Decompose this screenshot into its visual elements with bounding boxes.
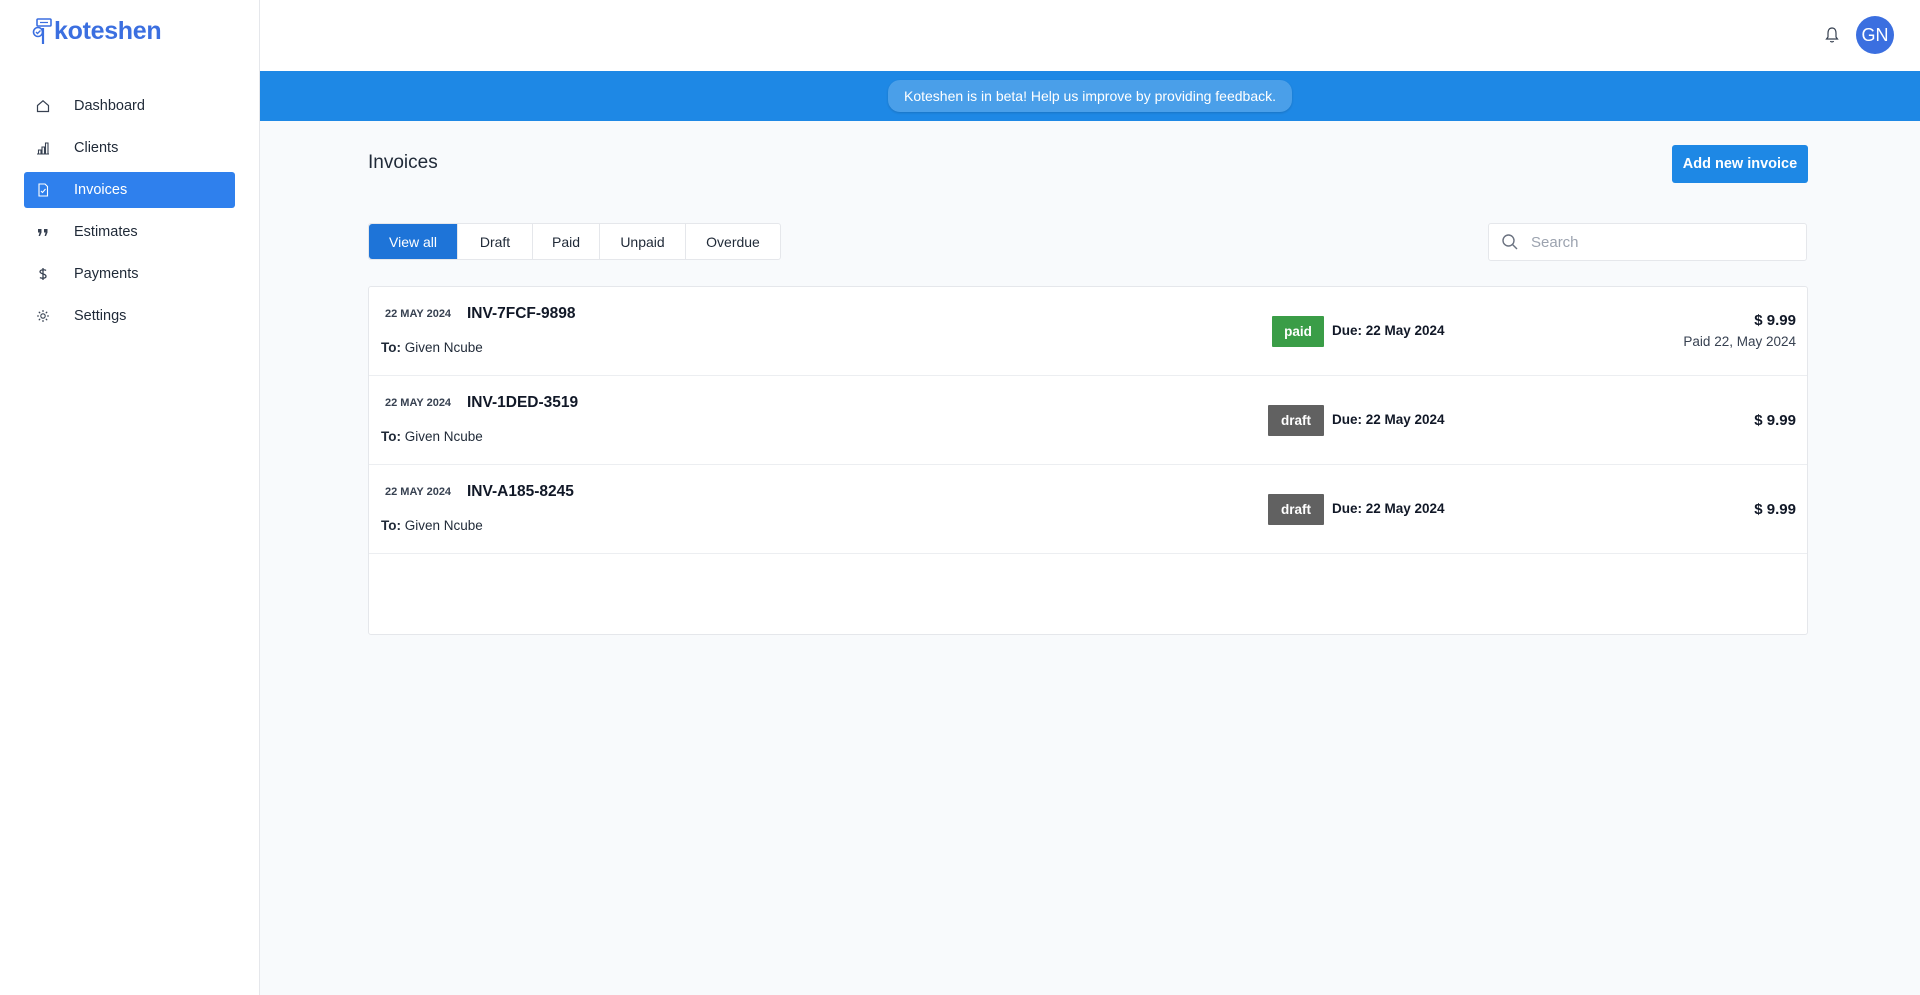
sidebar-item-label: Estimates xyxy=(74,224,138,240)
invoice-date: 22 MAY 2024 xyxy=(385,486,452,498)
sidebar-item-label: Dashboard xyxy=(74,98,145,114)
sidebar-item-estimates[interactable]: Estimates xyxy=(24,214,235,250)
due-date: Due: 22 May 2024 xyxy=(1332,412,1445,427)
sidebar-item-dashboard[interactable]: Dashboard xyxy=(24,88,235,124)
sidebar-item-settings[interactable]: Settings xyxy=(24,298,235,334)
sidebar: koteshen Dashboard Clients Invoices Esti… xyxy=(0,0,260,995)
sidebar-item-payments[interactable]: Payments xyxy=(24,256,235,292)
sidebar-nav: Dashboard Clients Invoices Estimates Pay… xyxy=(24,88,235,340)
invoice-amount: $ 9.99 xyxy=(1754,501,1796,518)
sidebar-item-label: Settings xyxy=(74,308,127,324)
page-title: Invoices xyxy=(368,152,438,173)
tab-draft[interactable]: Draft xyxy=(458,224,533,259)
invoice-number[interactable]: INV-A185-8245 xyxy=(467,483,574,501)
invoice-number[interactable]: INV-1DED-3519 xyxy=(467,394,578,412)
invoice-amount: $ 9.99 xyxy=(1754,412,1796,429)
top-bar: GN xyxy=(260,0,1920,71)
bar-chart-icon xyxy=(36,141,50,155)
status-badge: draft xyxy=(1268,405,1324,436)
recipient-name: Given Ncube xyxy=(404,518,483,533)
logo-icon xyxy=(32,18,52,44)
invoice-amount: $ 9.99 xyxy=(1754,312,1796,329)
tab-unpaid[interactable]: Unpaid xyxy=(600,224,686,259)
invoice-date: 22 MAY 2024 xyxy=(385,308,452,320)
paid-date: Paid 22, May 2024 xyxy=(1683,334,1796,349)
invoice-recipient: To: Given Ncube xyxy=(381,429,483,444)
sidebar-item-invoices[interactable]: Invoices xyxy=(24,172,235,208)
beta-banner: Koteshen is in beta! Help us improve by … xyxy=(260,71,1920,121)
search-icon xyxy=(1502,234,1518,250)
invoice-row[interactable]: 22 MAY 2024 INV-1DED-3519 To: Given Ncub… xyxy=(369,376,1807,465)
search-input[interactable] xyxy=(1531,233,1791,251)
recipient-name: Given Ncube xyxy=(404,429,483,444)
dollar-icon xyxy=(36,267,50,281)
sidebar-item-label: Payments xyxy=(74,266,139,282)
bell-icon[interactable] xyxy=(1824,26,1840,44)
invoice-recipient: To: Given Ncube xyxy=(381,518,483,533)
beta-feedback-link[interactable]: Koteshen is in beta! Help us improve by … xyxy=(888,80,1292,112)
gear-icon xyxy=(36,309,50,323)
invoice-row[interactable]: 22 MAY 2024 INV-7FCF-9898 To: Given Ncub… xyxy=(369,287,1807,376)
recipient-label: To: xyxy=(381,518,401,533)
invoice-list: 22 MAY 2024 INV-7FCF-9898 To: Given Ncub… xyxy=(368,286,1808,635)
quote-icon xyxy=(36,225,50,239)
invoice-recipient: To: Given Ncube xyxy=(381,340,483,355)
status-badge: paid xyxy=(1272,316,1324,347)
search-box xyxy=(1488,223,1807,261)
logo[interactable]: koteshen xyxy=(32,16,162,46)
document-check-icon xyxy=(36,183,50,197)
status-badge: draft xyxy=(1268,494,1324,525)
recipient-label: To: xyxy=(381,340,401,355)
recipient-label: To: xyxy=(381,429,401,444)
invoice-row[interactable]: 22 MAY 2024 INV-A185-8245 To: Given Ncub… xyxy=(369,465,1807,554)
tab-paid[interactable]: Paid xyxy=(533,224,600,259)
sidebar-item-clients[interactable]: Clients xyxy=(24,130,235,166)
due-date: Due: 22 May 2024 xyxy=(1332,501,1445,516)
sidebar-item-label: Invoices xyxy=(74,182,128,198)
avatar[interactable]: GN xyxy=(1856,16,1894,54)
filter-tabs: View all Draft Paid Unpaid Overdue xyxy=(368,223,781,260)
add-invoice-button[interactable]: Add new invoice xyxy=(1672,145,1808,183)
tab-overdue[interactable]: Overdue xyxy=(686,224,780,259)
recipient-name: Given Ncube xyxy=(404,340,483,355)
invoice-date: 22 MAY 2024 xyxy=(385,397,452,409)
home-icon xyxy=(36,99,50,113)
invoice-number[interactable]: INV-7FCF-9898 xyxy=(467,305,576,323)
due-date: Due: 22 May 2024 xyxy=(1332,323,1445,338)
sidebar-item-label: Clients xyxy=(74,140,119,156)
tab-view-all[interactable]: View all xyxy=(369,224,458,259)
logo-text: koteshen xyxy=(54,16,162,45)
